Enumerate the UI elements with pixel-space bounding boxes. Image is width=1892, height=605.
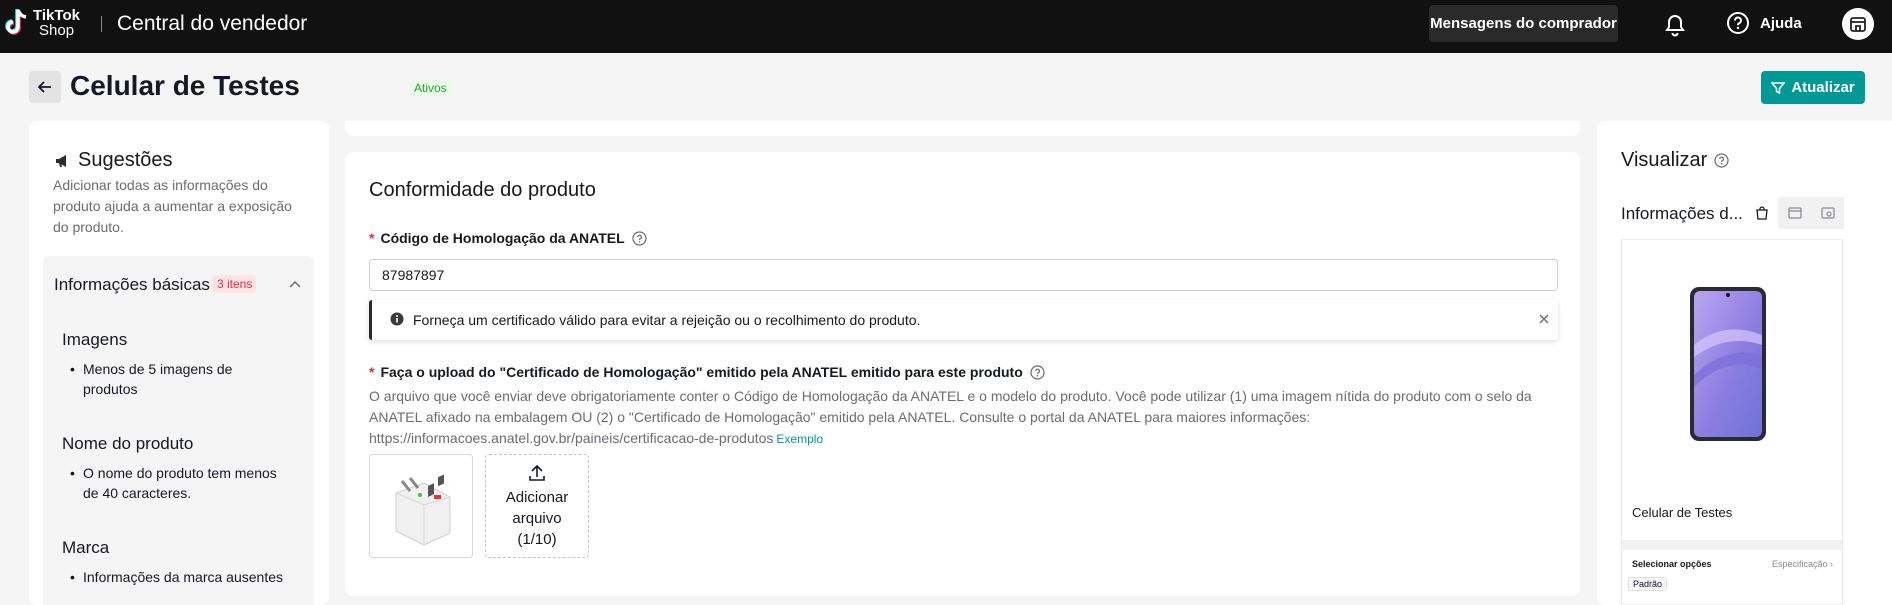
update-button-label: Atualizar [1791,79,1855,96]
charger-image [395,474,451,546]
basic-info-title: Informações básicas [54,275,210,294]
header-divider [101,16,102,32]
tiktok-logo-icon [5,9,27,35]
app-title: Central do vendedor [117,12,308,35]
upload-description-text: O arquivo que você enviar deve obrigator… [369,388,1532,446]
uploaded-certificate-thumbnail[interactable] [369,454,473,558]
preview-panel: Visualizar Informações d... Celular de T… [1597,121,1892,605]
upload-icon [529,464,545,481]
anatel-code-label-text: Código de Homologação da ANATEL [380,230,625,246]
option-chip[interactable]: Padrão [1628,577,1668,591]
required-marker: * [369,230,375,246]
spec-link[interactable]: Especificação › [1772,559,1833,569]
info-icon [390,312,404,326]
preview-mode-tabs [1745,197,1844,229]
video-icon[interactable] [1778,197,1811,229]
filter-icon [1771,81,1786,94]
question-icon[interactable] [632,230,647,246]
suggestions-title: Sugestões [78,149,173,171]
select-options-label: Selecionar opções [1632,559,1712,569]
add-file-count: (1/10) [517,531,557,548]
megaphone-icon [56,154,66,167]
previous-section-card [345,121,1580,136]
question-icon[interactable] [1714,153,1729,168]
arrow-left-icon [37,81,51,93]
chevron-up-icon[interactable] [289,280,301,290]
section-title-images: Imagens [62,330,128,349]
help-label: Ajuda [1760,14,1802,32]
question-icon[interactable] [1030,364,1045,380]
shopping-bag-icon[interactable] [1745,197,1778,229]
section-item-images: Menos de 5 imagens de produtos [70,359,283,399]
bell-icon[interactable] [1662,12,1688,38]
compliance-title: Conformidade do produto [369,179,596,201]
back-button[interactable] [29,71,61,103]
add-file-line1: Adicionar [505,489,569,506]
product-image [1690,287,1766,441]
help-icon [1727,12,1749,34]
alert-text: Forneça um certificado válido para evita… [413,312,921,328]
status-badge: Ativos [410,79,451,97]
suggestions-panel: Sugestões Adicionar todas as informações… [29,121,329,605]
items-count-badge: 3 itens [213,275,257,293]
section-title-brand: Marca [62,538,110,557]
preview-title-text: Visualizar [1621,149,1708,171]
preview-card: Celular de Testes Selecionar opções Espe… [1621,239,1843,605]
buyer-messages-button[interactable]: Mensagens do comprador [1429,5,1618,42]
tiktok-shop-logo[interactable]: TikTok Shop [4,7,80,39]
anatel-code-input[interactable] [369,259,1558,291]
update-button[interactable]: Atualizar [1761,71,1865,104]
section-title-product-name: Nome do produto [62,434,194,453]
top-bar: TikTok Shop Central do vendedor Mensagen… [0,0,1892,53]
section-item-brand: Informações da marca ausentes [70,567,283,587]
certificate-upload-label-text: Faça o upload do "Certificado de Homolog… [380,364,1023,380]
certificate-alert: Forneça um certificado válido para evita… [369,300,1558,340]
suggestions-description: Adicionar todas as informações do produt… [53,177,292,235]
anatel-code-label: * Código de Homologação da ANATEL [369,230,647,246]
certificate-upload-label: * Faça o upload do "Certificado de Homol… [369,364,1045,380]
preview-info-label: Informações d... [1621,204,1743,223]
product-compliance-card: Conformidade do produto * Código de Homo… [345,152,1580,596]
add-file-button[interactable]: Adicionar arquivo (1/10) [485,454,589,558]
add-file-line2: arquivo [512,510,562,527]
store-icon[interactable] [1842,8,1874,40]
help-menu[interactable]: Ajuda [1726,11,1802,35]
page-title: Celular de Testes [70,70,300,101]
search-preview-icon[interactable] [1811,197,1844,229]
example-link[interactable]: Exemplo [776,432,823,446]
required-marker: * [369,364,375,380]
logo-text-shop: Shop [39,22,75,39]
preview-divider [1622,540,1842,550]
preview-product-name: Celular de Testes [1632,505,1733,520]
suggestion-group: Informações básicas 3 itens Imagens Meno… [43,256,314,605]
close-icon[interactable] [1538,313,1550,325]
section-item-product-name: O nome do produto tem menos de 40 caract… [70,463,283,503]
preview-title: Visualizar [1621,149,1729,172]
upload-description: O arquivo que você enviar deve obrigator… [369,386,1559,450]
